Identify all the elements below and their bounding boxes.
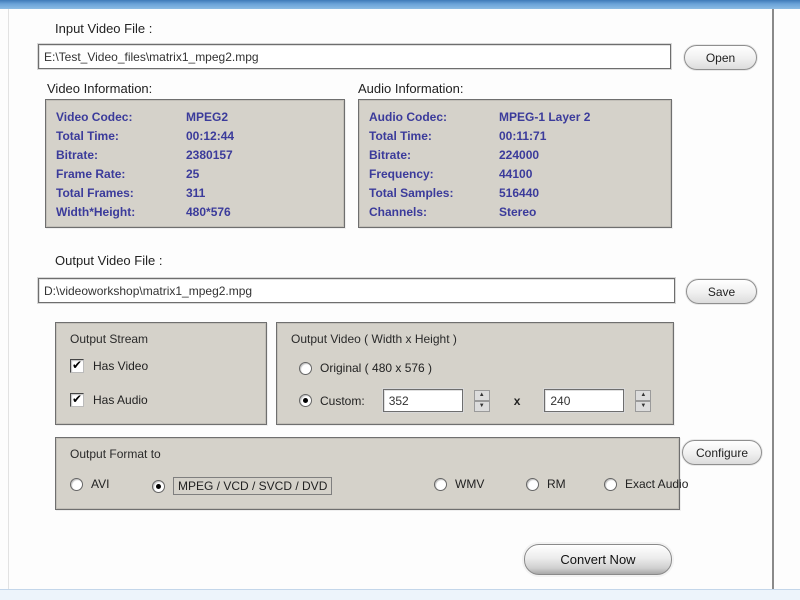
width-spin-down-button[interactable]: ▼ bbox=[473, 400, 490, 412]
video-info-row: Video Codec: MPEG2 bbox=[56, 110, 229, 124]
video-info-row: Total Frames: 311 bbox=[56, 186, 206, 200]
video-info-row: Bitrate: 2380157 bbox=[56, 148, 233, 162]
open-button[interactable]: Open bbox=[684, 45, 757, 70]
configure-button[interactable]: Configure bbox=[682, 440, 762, 465]
has-audio-checkbox[interactable]: ✔ bbox=[70, 393, 84, 407]
format-mpeg-radio[interactable] bbox=[152, 479, 165, 493]
format-wmv-radio[interactable] bbox=[434, 477, 447, 491]
has-audio-label: Has Audio bbox=[93, 393, 148, 407]
custom-size-row: Custom: ▲ ▼ x ▲ ▼ bbox=[299, 389, 652, 412]
size-separator: x bbox=[513, 393, 521, 408]
format-wmv-row: WMV bbox=[434, 477, 484, 491]
output-video-size-title: Output Video ( Width x Height ) bbox=[291, 332, 457, 346]
has-video-row: ✔ Has Video bbox=[70, 359, 148, 373]
audio-info-row: Total Time: 00:11:71 bbox=[369, 129, 547, 143]
window-left-border bbox=[8, 9, 9, 589]
output-file-label: Output Video File : bbox=[55, 253, 163, 268]
format-rm-label: RM bbox=[547, 477, 566, 491]
has-video-label: Has Video bbox=[93, 359, 149, 373]
format-exact-audio-label: Exact Audio bbox=[625, 477, 689, 491]
audio-info-row: Frequency: 44100 bbox=[369, 167, 533, 181]
format-exact-audio-row: Exact Audio bbox=[604, 477, 688, 491]
format-avi-radio[interactable] bbox=[70, 477, 83, 491]
format-wmv-label: WMV bbox=[455, 477, 485, 491]
audio-info-row: Total Samples: 516440 bbox=[369, 186, 540, 200]
audio-info-title: Audio Information: bbox=[358, 81, 464, 96]
converter-dialog: Input Video File : Open Video Informatio… bbox=[0, 0, 800, 600]
video-info-title: Video Information: bbox=[47, 81, 153, 96]
audio-info-box: Audio Codec: MPEG-1 Layer 2 Total Time: … bbox=[358, 99, 672, 228]
check-icon: ✔ bbox=[71, 358, 83, 372]
radio-dot-icon bbox=[156, 483, 161, 489]
window-right-border bbox=[772, 9, 774, 589]
custom-size-radio[interactable] bbox=[299, 394, 312, 407]
width-spinner: ▲ ▼ bbox=[473, 389, 490, 412]
output-format-group: Output Format to AVI MPEG / VCD / SVCD /… bbox=[55, 437, 688, 510]
video-info-row: Frame Rate: 25 bbox=[56, 167, 200, 181]
height-spin-up-button[interactable]: ▲ bbox=[635, 389, 652, 401]
video-info-box: Video Codec: MPEG2 Total Time: 00:12:44 … bbox=[45, 99, 345, 228]
format-rm-row: RM bbox=[526, 477, 566, 491]
height-spin-down-button[interactable]: ▼ bbox=[635, 400, 652, 412]
window-bottom-border bbox=[0, 589, 800, 600]
output-file-field[interactable] bbox=[38, 278, 675, 303]
video-info-row: Width*Height: 480*576 bbox=[56, 205, 231, 219]
has-audio-row: ✔ Has Audio bbox=[70, 393, 148, 407]
radio-dot-icon bbox=[303, 398, 308, 403]
output-video-size-group: Output Video ( Width x Height ) Original… bbox=[276, 322, 674, 425]
width-spin-up-button[interactable]: ▲ bbox=[473, 389, 490, 401]
has-video-checkbox[interactable]: ✔ bbox=[70, 359, 84, 373]
output-format-title: Output Format to bbox=[70, 447, 161, 461]
original-size-row: Original ( 480 x 576 ) bbox=[299, 361, 432, 375]
check-icon: ✔ bbox=[71, 392, 83, 406]
audio-info-row: Channels: Stereo bbox=[369, 205, 537, 219]
video-info-row: Total Time: 00:12:44 bbox=[56, 129, 235, 143]
format-exact-audio-radio[interactable] bbox=[604, 477, 617, 491]
output-stream-title: Output Stream bbox=[70, 332, 149, 346]
audio-info-row: Audio Codec: MPEG-1 Layer 2 bbox=[369, 110, 591, 124]
original-size-label: Original ( 480 x 576 ) bbox=[320, 361, 433, 375]
custom-height-field[interactable] bbox=[544, 389, 625, 412]
custom-size-label: Custom: bbox=[320, 393, 365, 408]
titlebar-edge bbox=[0, 0, 800, 9]
format-avi-row: AVI bbox=[70, 477, 109, 491]
original-size-radio[interactable] bbox=[299, 361, 312, 375]
save-button[interactable]: Save bbox=[686, 279, 757, 304]
input-file-label: Input Video File : bbox=[55, 21, 153, 36]
height-spinner: ▲ ▼ bbox=[635, 389, 652, 412]
output-stream-group: Output Stream ✔ Has Video ✔ Has Audio bbox=[55, 322, 267, 425]
audio-info-row: Bitrate: 224000 bbox=[369, 148, 540, 162]
format-mpeg-label: MPEG / VCD / SVCD / DVD bbox=[173, 477, 333, 495]
input-file-field[interactable] bbox=[38, 44, 671, 69]
format-avi-label: AVI bbox=[91, 477, 110, 491]
format-rm-radio[interactable] bbox=[526, 477, 539, 491]
custom-width-field[interactable] bbox=[382, 389, 463, 412]
convert-now-button[interactable]: Convert Now bbox=[524, 544, 672, 575]
format-mpeg-row: MPEG / VCD / SVCD / DVD bbox=[152, 477, 333, 495]
